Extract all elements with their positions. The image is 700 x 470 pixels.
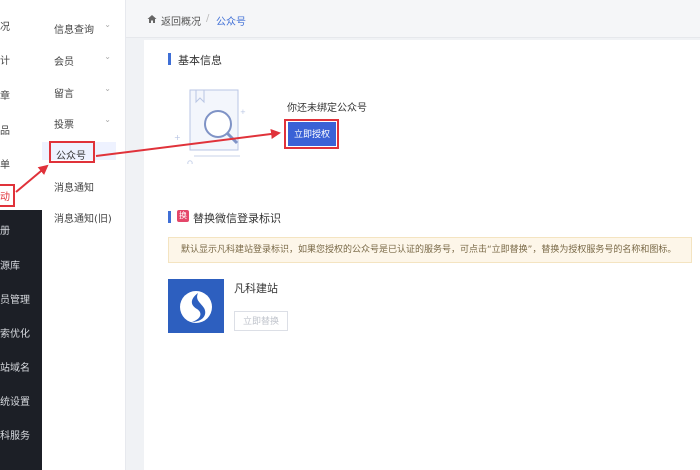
primary-sidebar-item[interactable]: 单: [0, 156, 10, 171]
primary-sidebar: 况 计 章 品 单 动 册 源库 员管理 索优化 站域名 统设置 科服务: [0, 0, 42, 470]
page: 况 计 章 品 单 动 册 源库 员管理 索优化 站域名 统设置 科服务 信息查…: [0, 0, 700, 470]
breadcrumb: 返回概况 / 公众号: [126, 0, 700, 38]
chevron-down-icon: ⌄: [104, 52, 111, 61]
unbound-message: 你还未绑定公众号: [287, 103, 367, 114]
chevron-down-icon: ⌄: [104, 115, 111, 124]
svg-text:+: +: [240, 108, 246, 116]
primary-sidebar-item[interactable]: 品: [0, 122, 10, 137]
sidebar-item-label: 会员: [54, 57, 74, 68]
svg-text:+: +: [174, 133, 181, 142]
sidebar-item-notifications[interactable]: 消息通知: [54, 179, 94, 194]
primary-sidebar-item[interactable]: 源库: [0, 257, 20, 272]
primary-sidebar-item-active[interactable]: 动: [0, 184, 15, 207]
section-accent-bar: [168, 211, 171, 223]
replace-badge-icon: 换: [177, 210, 189, 222]
sidebar-item-notifications-old[interactable]: 消息通知(旧): [54, 210, 112, 225]
basic-info-title: 基本信息: [178, 54, 222, 67]
primary-sidebar-item[interactable]: 计: [0, 52, 10, 67]
replace-button[interactable]: 立即替换: [234, 311, 288, 331]
site-logo: [168, 279, 224, 333]
primary-sidebar-item[interactable]: 员管理: [0, 291, 30, 306]
replace-section-title: 替换微信登录标识: [193, 212, 281, 225]
sidebar-item-label: 留言: [54, 89, 74, 100]
sidebar-item-label: 信息查询: [54, 25, 94, 36]
primary-sidebar-item[interactable]: 章: [0, 87, 10, 102]
sidebar-item-label: 投票: [54, 120, 74, 131]
primary-sidebar-item[interactable]: 索优化: [0, 325, 30, 340]
primary-sidebar-item[interactable]: 统设置: [0, 393, 30, 408]
annotation-highlight-sidebar: [49, 141, 95, 163]
breadcrumb-back-link[interactable]: 返回概况: [161, 13, 201, 28]
secondary-sidebar: 信息查询 ⌄ 会员 ⌄ 留言 ⌄ 投票 ⌄ 消息通知 消息通知(旧): [42, 0, 126, 470]
primary-sidebar-item[interactable]: 册: [0, 222, 10, 237]
breadcrumb-separator: /: [206, 13, 210, 24]
chevron-down-icon: ⌄: [104, 20, 111, 29]
section-accent-bar: [168, 53, 171, 65]
primary-sidebar-item[interactable]: 况: [0, 18, 10, 33]
chevron-down-icon: ⌄: [104, 84, 111, 93]
site-name: 凡科建站: [234, 282, 278, 295]
home-icon[interactable]: [147, 14, 157, 24]
primary-sidebar-item[interactable]: 站域名: [0, 359, 30, 374]
notice-banner: 默认显示凡科建站登录标识，如果您授权的公众号是已认证的服务号，可点击“立即替换”…: [168, 237, 692, 263]
site-logo-icon: [180, 291, 212, 323]
breadcrumb-current: 公众号: [216, 17, 246, 28]
search-document-illustration: + +: [174, 89, 246, 164]
primary-sidebar-item[interactable]: 科服务: [0, 427, 30, 442]
annotation-highlight-authorize: [284, 119, 339, 149]
